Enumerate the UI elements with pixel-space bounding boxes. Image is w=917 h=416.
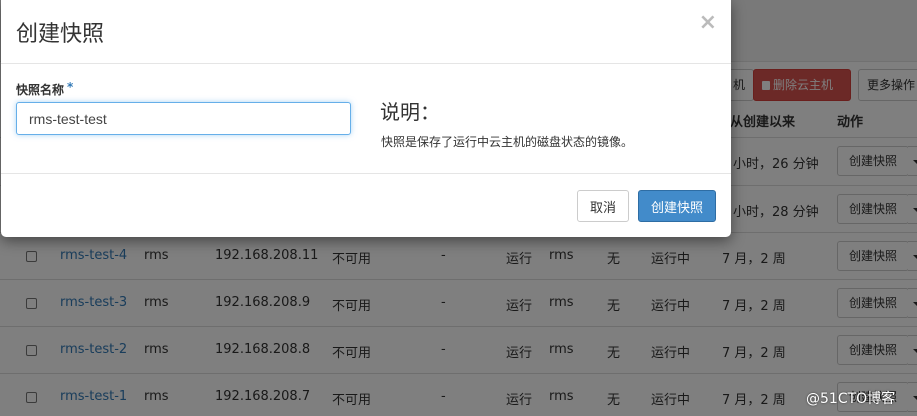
snapshot-name-label: 快照名称 * — [16, 80, 73, 98]
description-title: 说明： — [380, 100, 440, 124]
close-icon[interactable]: × — [699, 10, 717, 35]
snapshot-name-label-text: 快照名称 — [16, 83, 65, 97]
create-snapshot-dialog: 创建快照 × 快照名称* 说明： 快照是保存了运行中云主机的磁盘状态的镜像。 取… — [1, 0, 731, 237]
snapshot-name-input[interactable] — [16, 102, 351, 135]
required-marker: * — [67, 80, 74, 94]
dialog-title: 创建快照 — [16, 22, 105, 47]
watermark: @51CTO博客 — [806, 391, 896, 407]
description-text: 快照是保存了运行中云主机的磁盘状态的镜像。 — [381, 135, 634, 149]
dialog-header: 创建快照 × — [1, 0, 731, 64]
dialog-footer: 取消 创建快照 — [1, 174, 731, 236]
create-snapshot-button[interactable]: 创建快照 — [638, 190, 716, 222]
dialog-body: 快照名称* 说明： 快照是保存了运行中云主机的磁盘状态的镜像。 — [1, 64, 731, 174]
cancel-button[interactable]: 取消 — [577, 190, 629, 222]
